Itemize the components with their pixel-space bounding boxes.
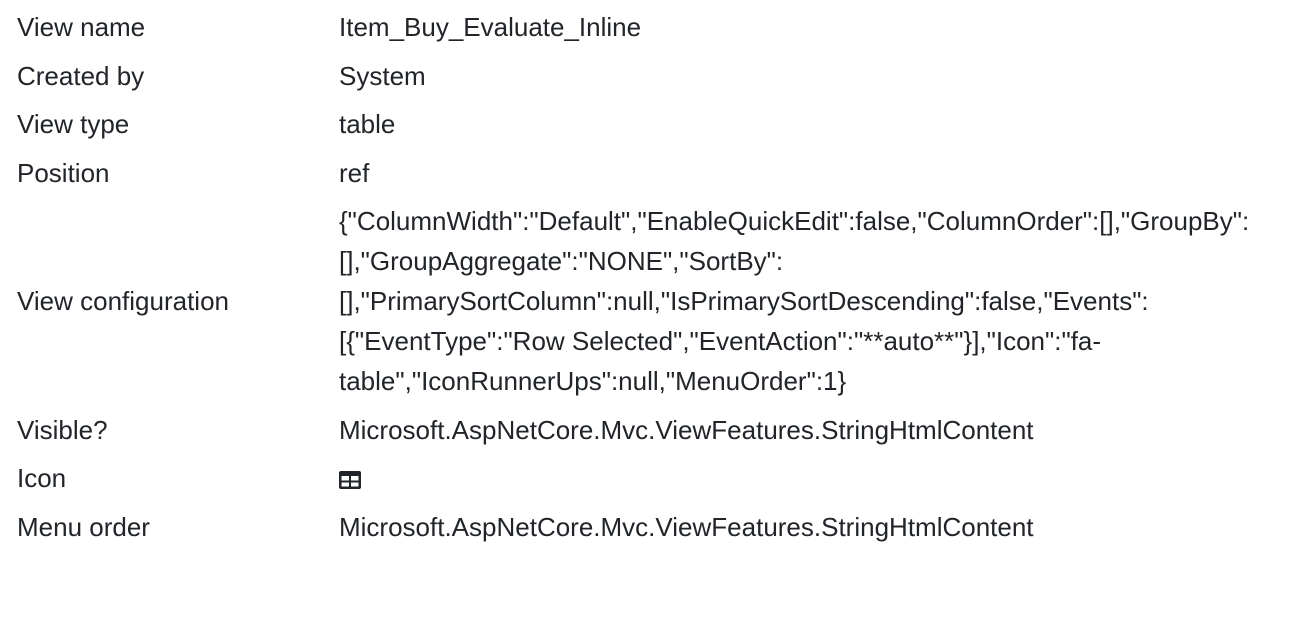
property-label: Menu order bbox=[17, 511, 150, 542]
property-label: View type bbox=[17, 109, 130, 139]
property-value: System bbox=[339, 60, 426, 91]
property-label: Created by bbox=[17, 60, 145, 91]
property-row-view-configuration: View configuration {"ColumnWidth":"Defau… bbox=[17, 201, 1287, 410]
table-icon bbox=[339, 471, 361, 490]
property-row-icon: Icon bbox=[17, 458, 1287, 507]
property-value: Microsoft.AspNetCore.Mvc.ViewFeatures.St… bbox=[339, 511, 1034, 542]
property-value: table bbox=[339, 109, 396, 139]
property-value: Item_Buy_Evaluate_Inline bbox=[339, 12, 642, 42]
property-value: Microsoft.AspNetCore.Mvc.ViewFeatures.St… bbox=[339, 414, 1034, 445]
property-label: View configuration bbox=[17, 286, 229, 316]
property-label: Visible? bbox=[17, 414, 108, 445]
property-label: View name bbox=[17, 12, 146, 42]
property-row-visible: Visible? Microsoft.AspNetCore.Mvc.ViewFe… bbox=[17, 410, 1287, 459]
property-value: ref bbox=[339, 157, 370, 188]
property-row-view-type: View type table bbox=[17, 104, 1287, 153]
property-value bbox=[339, 458, 1287, 507]
property-label: Position bbox=[17, 157, 110, 188]
property-row-position: Position ref bbox=[17, 153, 1287, 202]
property-row-created-by: Created by System bbox=[17, 56, 1287, 105]
property-row-view-name: View name Item_Buy_Evaluate_Inline bbox=[17, 7, 1287, 56]
view-properties-table: View name Item_Buy_Evaluate_Inline Creat… bbox=[17, 7, 1287, 555]
property-row-menu-order: Menu order Microsoft.AspNetCore.Mvc.View… bbox=[17, 507, 1287, 556]
property-label: Icon bbox=[17, 463, 67, 493]
property-value: {"ColumnWidth":"Default","EnableQuickEdi… bbox=[339, 206, 1250, 396]
